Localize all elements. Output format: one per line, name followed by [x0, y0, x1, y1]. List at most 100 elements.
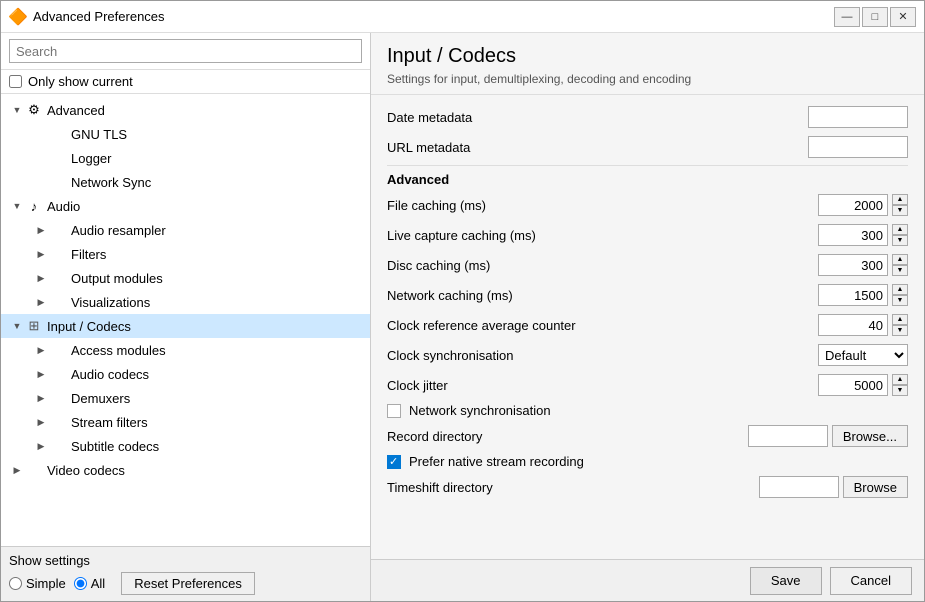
minimize-button[interactable]: — — [834, 7, 860, 27]
logger-icon — [49, 149, 67, 167]
date-metadata-input[interactable] — [808, 106, 908, 128]
window-controls: — □ ✕ — [834, 7, 916, 27]
panel-title: Input / Codecs — [387, 45, 908, 68]
clock-jitter-up[interactable]: ▲ — [892, 374, 908, 385]
live-capture-up[interactable]: ▲ — [892, 224, 908, 235]
panel-content: Date metadata URL metadata Advanced — [371, 95, 924, 559]
disc-caching-down[interactable]: ▼ — [892, 265, 908, 276]
date-metadata-label: Date metadata — [387, 110, 808, 125]
tree-label-video-codecs: Video codecs — [47, 463, 362, 478]
tree-item-gnu-tls[interactable]: ▶ GNU TLS — [1, 122, 370, 146]
sidebar-footer: Show settings Simple All Reset Preferenc… — [1, 546, 370, 601]
tree-item-audio-resampler[interactable]: ▶ Audio resampler — [1, 218, 370, 242]
gear-icon: ⚙ — [25, 101, 43, 119]
tree-item-filters[interactable]: ▶ Filters — [1, 242, 370, 266]
app-window: 🔶 Advanced Preferences — □ ✕ Only show c… — [0, 0, 925, 602]
simple-option[interactable]: Simple — [9, 576, 66, 591]
url-metadata-input[interactable] — [808, 136, 908, 158]
network-sync-label[interactable]: Network synchronisation — [409, 403, 551, 418]
disc-caching-spinners: ▲ ▼ — [892, 254, 908, 276]
network-sync-checkbox[interactable] — [387, 404, 401, 418]
live-capture-label: Live capture caching (ms) — [387, 228, 818, 243]
clock-jitter-down[interactable]: ▼ — [892, 385, 908, 396]
record-dir-input[interactable] — [748, 425, 828, 447]
record-dir-label: Record directory — [387, 429, 748, 444]
tree-item-audio[interactable]: ▼ ♪ Audio — [1, 194, 370, 218]
clock-jitter-input[interactable]: 5000 — [818, 374, 888, 396]
audio-codecs-icon — [49, 365, 67, 383]
search-input[interactable] — [9, 39, 362, 63]
tree-item-visualizations[interactable]: ▶ Visualizations — [1, 290, 370, 314]
save-button[interactable]: Save — [750, 567, 822, 595]
disc-caching-label: Disc caching (ms) — [387, 258, 818, 273]
file-caching-control: 2000 ▲ ▼ — [818, 194, 908, 216]
tree-item-output-modules[interactable]: ▶ Output modules — [1, 266, 370, 290]
network-caching-up[interactable]: ▲ — [892, 284, 908, 295]
clock-ref-up[interactable]: ▲ — [892, 314, 908, 325]
tree-item-advanced[interactable]: ▼ ⚙ Advanced — [1, 98, 370, 122]
record-dir-browse-button[interactable]: Browse... — [832, 425, 908, 447]
all-radio[interactable] — [74, 577, 87, 590]
clock-sync-label: Clock synchronisation — [387, 348, 818, 363]
clock-sync-row: Clock synchronisation Default Low Medium… — [387, 343, 908, 367]
tree-label-logger: Logger — [71, 151, 362, 166]
window-title: Advanced Preferences — [33, 9, 834, 24]
file-caching-down[interactable]: ▼ — [892, 205, 908, 216]
clock-ref-down[interactable]: ▼ — [892, 325, 908, 336]
reset-preferences-button[interactable]: Reset Preferences — [121, 572, 255, 595]
disc-caching-up[interactable]: ▲ — [892, 254, 908, 265]
network-sync-row: Network synchronisation — [387, 403, 908, 418]
prefer-native-checkbox[interactable] — [387, 455, 401, 469]
disc-caching-input[interactable]: 300 — [818, 254, 888, 276]
all-option[interactable]: All — [74, 576, 105, 591]
timeshift-input[interactable] — [759, 476, 839, 498]
cancel-button[interactable]: Cancel — [830, 567, 912, 595]
tree-label-filters: Filters — [71, 247, 362, 262]
clock-jitter-spinners: ▲ ▼ — [892, 374, 908, 396]
timeshift-browse-button[interactable]: Browse — [843, 476, 908, 498]
expand-arrow-audio: ▼ — [9, 198, 25, 214]
tree-item-subtitle-codecs[interactable]: ▶ Subtitle codecs — [1, 434, 370, 458]
expand-arrow-visualizations: ▶ — [33, 294, 49, 310]
close-button[interactable]: ✕ — [890, 7, 916, 27]
clock-ref-input[interactable]: 40 — [818, 314, 888, 336]
prefer-native-row: Prefer native stream recording — [387, 454, 908, 469]
expand-arrow-audio-resampler: ▶ — [33, 222, 49, 238]
maximize-button[interactable]: □ — [862, 7, 888, 27]
prefer-native-label[interactable]: Prefer native stream recording — [409, 454, 584, 469]
tree-item-input-codecs[interactable]: ▼ ⊞ Input / Codecs — [1, 314, 370, 338]
tree-item-stream-filters[interactable]: ▶ Stream filters — [1, 410, 370, 434]
access-modules-icon — [49, 341, 67, 359]
network-caching-down[interactable]: ▼ — [892, 295, 908, 306]
live-capture-down[interactable]: ▼ — [892, 235, 908, 246]
network-caching-input[interactable]: 1500 — [818, 284, 888, 306]
file-caching-up[interactable]: ▲ — [892, 194, 908, 205]
simple-radio[interactable] — [9, 577, 22, 590]
file-caching-input[interactable]: 2000 — [818, 194, 888, 216]
file-caching-label: File caching (ms) — [387, 198, 818, 213]
disc-caching-control: 300 ▲ ▼ — [818, 254, 908, 276]
tree-item-network-sync[interactable]: ▶ Network Sync — [1, 170, 370, 194]
clock-sync-select[interactable]: Default Low Medium High — [818, 344, 908, 366]
date-metadata-row: Date metadata — [387, 105, 908, 129]
file-caching-spinners: ▲ ▼ — [892, 194, 908, 216]
live-capture-row: Live capture caching (ms) 300 ▲ ▼ — [387, 223, 908, 247]
file-caching-row: File caching (ms) 2000 ▲ ▼ — [387, 193, 908, 217]
search-box — [1, 33, 370, 70]
only-show-current-label[interactable]: Only show current — [28, 74, 133, 89]
tree-view: ▼ ⚙ Advanced ▶ GNU TLS ▶ Logger ▶ — [1, 94, 370, 546]
main-panel: Input / Codecs Settings for input, demul… — [371, 33, 924, 601]
tree-item-access-modules[interactable]: ▶ Access modules — [1, 338, 370, 362]
url-metadata-control — [808, 136, 908, 158]
clock-sync-control: Default Low Medium High — [818, 344, 908, 366]
tree-item-video-codecs[interactable]: ▶ Video codecs — [1, 458, 370, 482]
only-show-current-checkbox[interactable] — [9, 75, 22, 88]
tree-item-demuxers[interactable]: ▶ Demuxers — [1, 386, 370, 410]
tree-item-audio-codecs[interactable]: ▶ Audio codecs — [1, 362, 370, 386]
tree-item-logger[interactable]: ▶ Logger — [1, 146, 370, 170]
clock-ref-control: 40 ▲ ▼ — [818, 314, 908, 336]
audio-resampler-icon — [49, 221, 67, 239]
simple-label[interactable]: Simple — [26, 576, 66, 591]
live-capture-input[interactable]: 300 — [818, 224, 888, 246]
all-label[interactable]: All — [91, 576, 105, 591]
